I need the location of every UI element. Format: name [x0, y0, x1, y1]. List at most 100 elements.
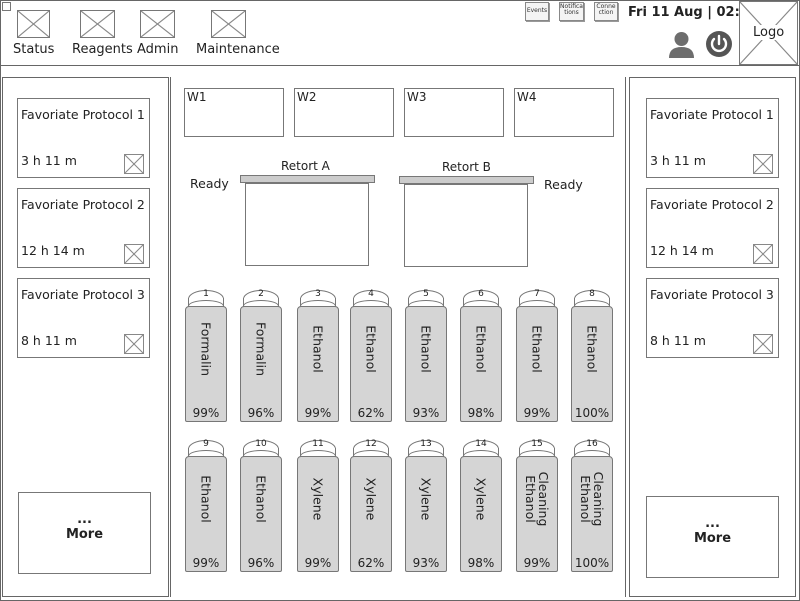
nav-maintenance-label[interactable]: Maintenance: [196, 42, 280, 57]
nav-admin-label[interactable]: Admin: [137, 42, 178, 57]
reagent-station[interactable]: 16 Cleaning Ethanol 100%: [571, 440, 613, 572]
station-number: 10: [255, 439, 267, 449]
station-level: 99%: [304, 406, 332, 420]
station-reagent-wrap: Ethanol: [350, 306, 392, 392]
favorite-protocol-duration: 8 h 11 m: [650, 333, 706, 348]
wax-bath-w1[interactable]: W1: [184, 88, 284, 137]
station-reagent-wrap: Xylene: [350, 456, 392, 542]
station-reagent-wrap: Ethanol: [185, 456, 227, 542]
protocol-image-icon[interactable]: [753, 334, 773, 354]
reagent-station[interactable]: 13 Xylene 93%: [405, 440, 447, 572]
reagents-nav-icon[interactable]: [80, 10, 115, 38]
station-level: 99%: [523, 406, 551, 420]
reagent-station[interactable]: 11 Xylene 99%: [297, 440, 339, 572]
station-reagent-wrap: Ethanol: [405, 306, 447, 392]
favorite-protocol-name: Favoriate Protocol 1: [650, 107, 774, 122]
favorite-protocol-card[interactable]: Favoriate Protocol 2 12 h 14 m: [17, 188, 150, 268]
station-reagent-wrap: Ethanol: [516, 306, 558, 392]
reagent-station[interactable]: 9 Ethanol 99%: [185, 440, 227, 572]
favorite-protocol-card[interactable]: Favoriate Protocol 3 8 h 11 m: [646, 278, 779, 358]
more-button-right[interactable]: ... More: [646, 496, 779, 578]
favorite-protocol-duration: 8 h 11 m: [21, 333, 77, 348]
retort-b[interactable]: [404, 184, 528, 267]
reagent-station[interactable]: 6 Ethanol 98%: [460, 290, 502, 422]
station-reagent-wrap: Cleaning Ethanol: [571, 456, 613, 542]
station-reagent-wrap: Xylene: [297, 456, 339, 542]
station-reagent-wrap: Cleaning Ethanol: [516, 456, 558, 542]
station-reagent: Cleaning Ethanol: [578, 471, 606, 527]
wax-bath-w4[interactable]: W4: [514, 88, 614, 137]
station-number: 14: [475, 439, 487, 449]
protocol-image-icon[interactable]: [753, 154, 773, 174]
station-reagent: Xylene: [363, 477, 379, 521]
station-number: 1: [203, 289, 209, 299]
wax-bath-w3[interactable]: W3: [404, 88, 504, 137]
favorite-protocol-card[interactable]: Favoriate Protocol 1 3 h 11 m: [17, 98, 150, 178]
reagent-station[interactable]: 3 Ethanol 99%: [297, 290, 339, 422]
station-number: 2: [258, 289, 264, 299]
user-icon[interactable]: [668, 30, 695, 58]
station-number: 9: [203, 439, 209, 449]
station-level: 96%: [247, 406, 275, 420]
reagent-station[interactable]: 4 Ethanol 62%: [350, 290, 392, 422]
station-number: 5: [423, 289, 429, 299]
more-dots: ...: [77, 512, 92, 527]
station-reagent-wrap: Xylene: [405, 456, 447, 542]
favorite-protocol-duration: 3 h 11 m: [21, 153, 77, 168]
reagent-station[interactable]: 7 Ethanol 99%: [516, 290, 558, 422]
favorite-protocol-card[interactable]: Favoriate Protocol 2 12 h 14 m: [646, 188, 779, 268]
connection-button[interactable]: Connection: [594, 2, 618, 21]
reagent-station[interactable]: 12 Xylene 62%: [350, 440, 392, 572]
power-icon[interactable]: [705, 30, 733, 58]
events-label: Events: [526, 7, 548, 14]
station-number: 12: [365, 439, 377, 449]
station-reagent: Ethanol: [529, 325, 545, 373]
wax-bath-w2[interactable]: W2: [294, 88, 394, 137]
favorite-protocol-duration: 12 h 14 m: [21, 243, 85, 258]
reagent-station[interactable]: 2 Formalin 96%: [240, 290, 282, 422]
station-reagent: Xylene: [418, 477, 434, 521]
protocol-image-icon[interactable]: [753, 244, 773, 264]
reagent-station[interactable]: 1 Formalin 99%: [185, 290, 227, 422]
favorite-protocol-card[interactable]: Favoriate Protocol 3 8 h 11 m: [17, 278, 150, 358]
station-reagent: Formalin: [253, 321, 269, 377]
protocol-image-icon[interactable]: [124, 154, 144, 174]
reagent-station[interactable]: 15 Cleaning Ethanol 99%: [516, 440, 558, 572]
wax-label: W3: [407, 90, 427, 104]
station-reagent: Ethanol: [418, 325, 434, 373]
reagent-station[interactable]: 8 Ethanol 100%: [571, 290, 613, 422]
station-number: 11: [312, 439, 324, 449]
station-reagent-wrap: Ethanol: [240, 456, 282, 542]
nav-reagents-label[interactable]: Reagents: [72, 42, 133, 57]
station-reagent-wrap: Ethanol: [297, 306, 339, 392]
protocol-image-icon[interactable]: [124, 244, 144, 264]
retort-b-lid: [399, 176, 534, 184]
station-reagent: Ethanol: [310, 325, 326, 373]
reagent-station[interactable]: 10 Ethanol 96%: [240, 440, 282, 572]
favorite-protocol-card[interactable]: Favoriate Protocol 1 3 h 11 m: [646, 98, 779, 178]
more-label: More: [693, 531, 732, 546]
favorite-protocol-duration: 3 h 11 m: [650, 153, 706, 168]
station-reagent: Xylene: [473, 477, 489, 521]
station-reagent: Ethanol: [363, 325, 379, 373]
retort-a[interactable]: [245, 183, 369, 266]
nav-status-label[interactable]: Status: [13, 42, 54, 57]
station-level: 99%: [192, 406, 220, 420]
admin-nav-icon[interactable]: [140, 10, 175, 38]
station-level: 96%: [247, 556, 275, 570]
station-reagent: Ethanol: [253, 475, 269, 523]
favorite-protocol-name: Favoriate Protocol 3: [650, 287, 774, 302]
reagent-station[interactable]: 14 Xylene 98%: [460, 440, 502, 572]
reagent-station[interactable]: 5 Ethanol 93%: [405, 290, 447, 422]
protocol-image-icon[interactable]: [124, 334, 144, 354]
more-button-left[interactable]: ... More: [18, 492, 151, 574]
maintenance-nav-icon[interactable]: [211, 10, 246, 38]
station-level: 100%: [574, 556, 610, 570]
events-button[interactable]: Events: [525, 2, 549, 21]
wax-label: W1: [187, 90, 207, 104]
notifications-button[interactable]: Notifications: [559, 2, 584, 21]
station-reagent-wrap: Xylene: [460, 456, 502, 542]
status-nav-icon[interactable]: [17, 10, 50, 38]
retort-b-state: Ready: [544, 177, 583, 192]
favorite-protocol-name: Favoriate Protocol 2: [650, 197, 774, 212]
